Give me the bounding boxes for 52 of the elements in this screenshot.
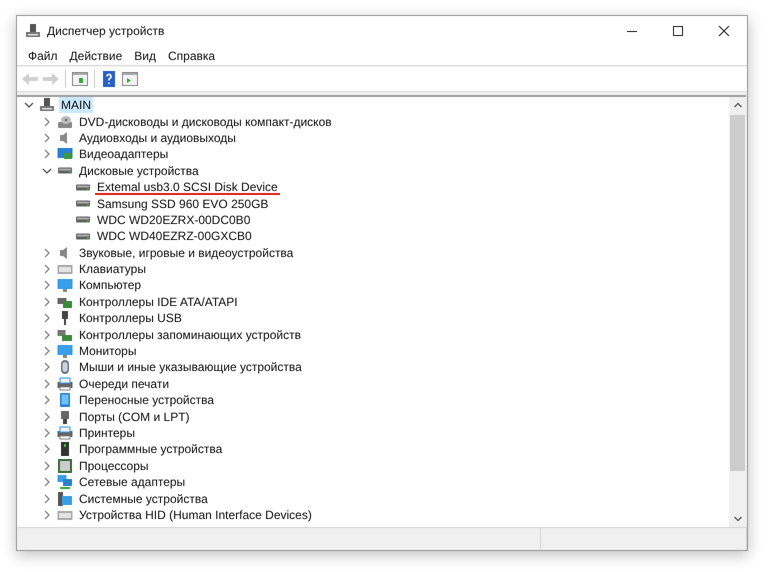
printer-icon <box>57 376 73 392</box>
disc-drive-icon <box>57 114 73 130</box>
menu-item[interactable]: Файл <box>22 48 64 62</box>
scrollbar-thumb[interactable] <box>730 115 745 471</box>
network-icon <box>57 474 73 490</box>
tree-item[interactable]: Системные устройства <box>77 490 210 507</box>
processor-icon <box>57 458 73 474</box>
tree-item[interactable]: WDC WD40EZRZ-00GXCB0 <box>95 228 254 244</box>
printer-icon <box>57 425 73 441</box>
tree-item[interactable]: Дисковые устройства <box>77 162 201 179</box>
tree-item[interactable]: Процессоры <box>77 458 150 474</box>
monitor-icon <box>57 343 73 360</box>
tree-item[interactable]: Очереди печати <box>77 376 172 392</box>
tree-item[interactable]: Порты (COM и LPT) <box>77 408 192 425</box>
computer-icon <box>25 23 41 39</box>
tree-item[interactable]: WDC WD20EZRX-00DC0B0 <box>95 212 252 228</box>
tree-item[interactable]: Мыши и иные указывающие устройства <box>77 359 304 376</box>
tree-item[interactable]: Видеоадаптеры <box>77 146 170 162</box>
tree-item[interactable]: Аудиовходы и аудиовыходы <box>77 130 238 146</box>
system-devices-icon <box>57 490 73 507</box>
tree-item[interactable]: Контроллеры USB <box>77 310 184 326</box>
tree-item[interactable]: Контроллеры IDE ATA/ATAPI <box>77 294 240 310</box>
tree-item[interactable]: Клавиатуры <box>77 261 148 278</box>
tree-item[interactable]: Контроллеры запоминающих устройств <box>77 326 303 343</box>
tree-item[interactable]: Сетевые адаптеры <box>77 474 188 490</box>
menu-item[interactable]: Вид <box>128 48 162 62</box>
tree-item[interactable]: DVD-дисководы и дисководы компакт-дисков <box>77 114 334 130</box>
tree-item[interactable]: Мониторы <box>77 343 138 360</box>
portable-device-icon <box>57 392 73 408</box>
tree-item[interactable]: Переносные устройства <box>77 392 216 408</box>
drive-icon <box>75 200 91 208</box>
window-title: Диспетчер устройств <box>47 24 166 38</box>
drive-icon <box>75 216 91 224</box>
tree-item[interactable]: Samsung SSD 960 EVO 250GB <box>95 196 270 212</box>
tree-item[interactable]: Компьютер <box>77 277 144 294</box>
monitor-icon <box>57 277 73 294</box>
menu-item[interactable]: Действие <box>64 48 128 62</box>
tree-item[interactable]: Принтеры <box>77 425 137 441</box>
tree-item[interactable]: Звуковые, игровые и видеоустройства <box>77 244 296 261</box>
help-icon[interactable] <box>100 70 118 88</box>
tree-item[interactable]: Устройства HID (Human Interface Devices) <box>77 506 314 523</box>
drive-icon <box>57 167 73 174</box>
properties-icon[interactable] <box>71 70 89 88</box>
underlined-tree-item[interactable]: Extemal usb3.0 SCSI Disk Device <box>95 179 280 196</box>
view-icon[interactable] <box>121 70 139 88</box>
drive-icon <box>75 184 91 191</box>
scrollbar[interactable] <box>729 97 746 527</box>
tree-item[interactable]: Программные устройства <box>77 441 224 458</box>
computer-icon <box>39 97 55 114</box>
menu-item[interactable]: Справка <box>162 48 222 62</box>
drive-icon <box>75 232 91 240</box>
tree-item[interactable]: MAIN <box>59 97 93 114</box>
